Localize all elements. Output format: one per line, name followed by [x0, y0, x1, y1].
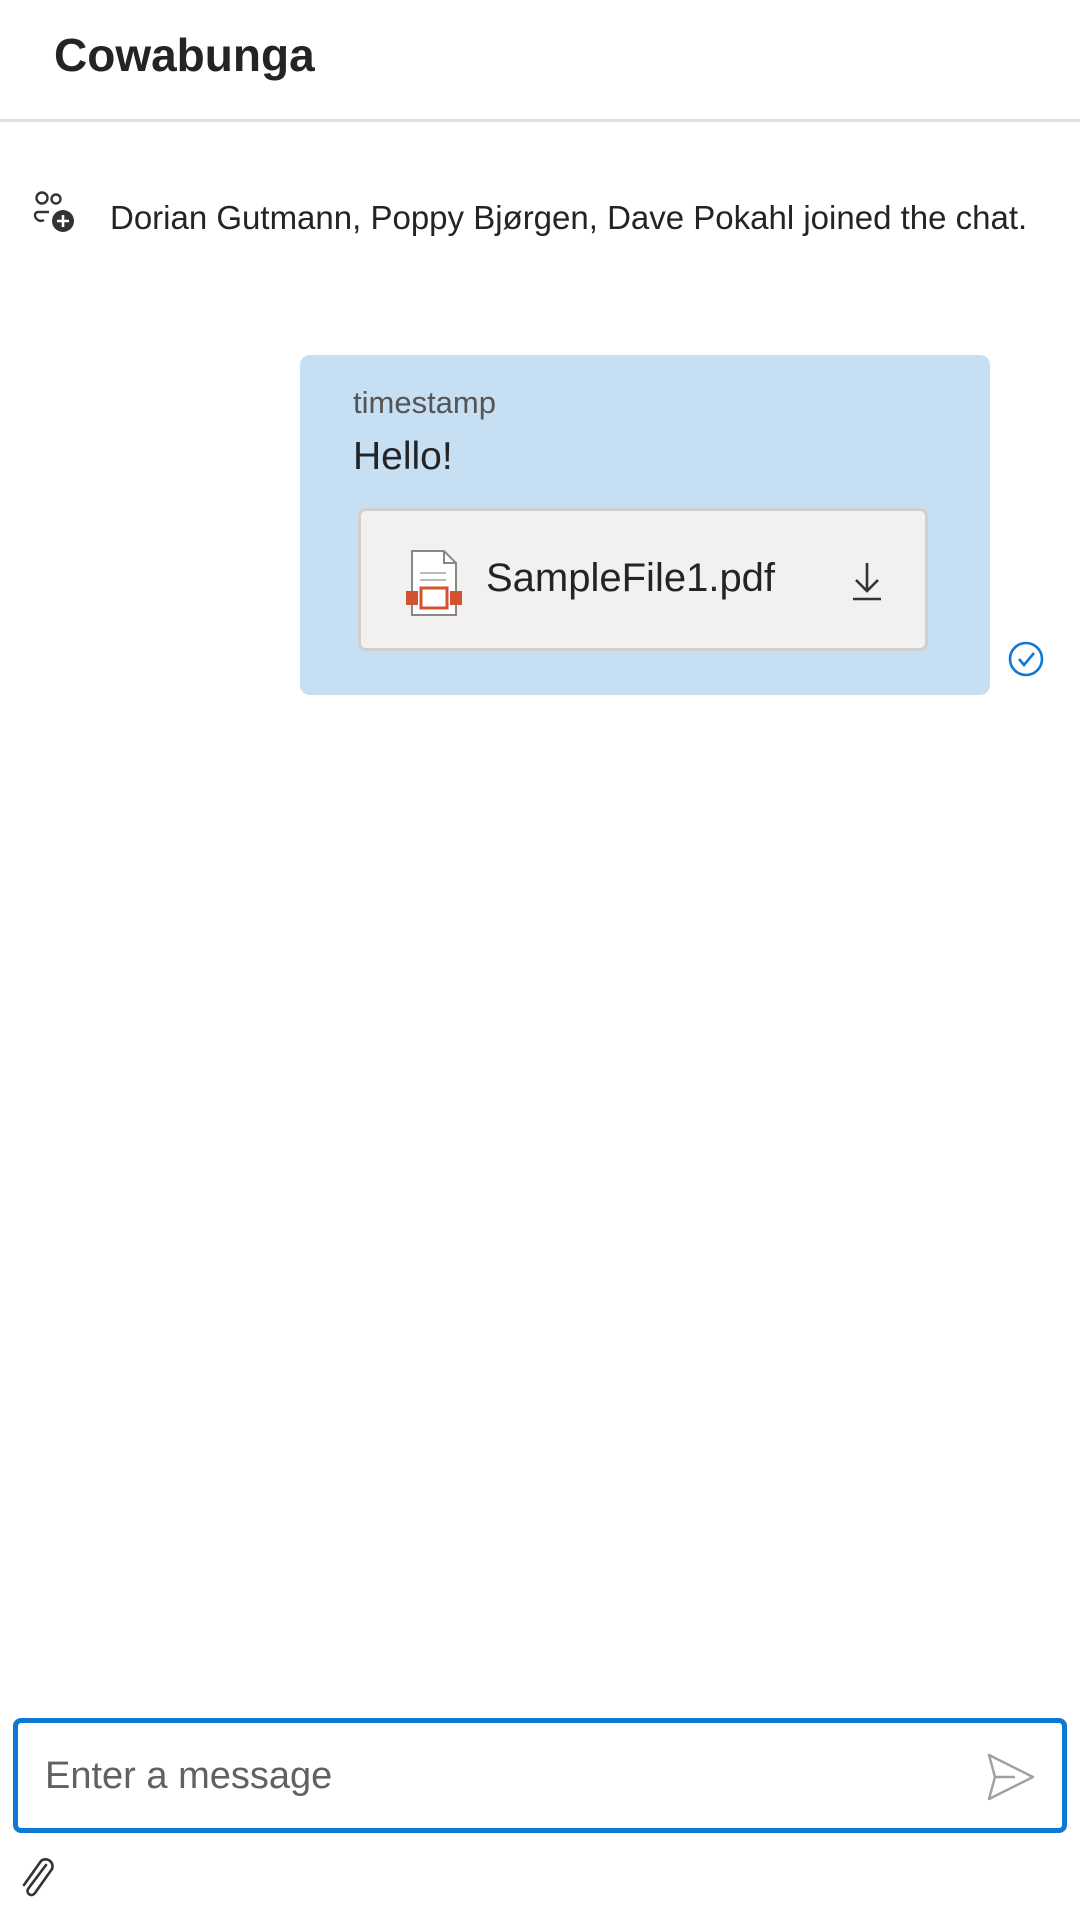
chat-header: Cowabunga — [0, 0, 1080, 122]
message-bubble: timestamp Hello! SampleFile1.pdf — [300, 355, 990, 695]
message-timestamp: timestamp — [353, 385, 496, 420]
download-icon[interactable] — [849, 559, 885, 603]
person-add-icon — [33, 191, 74, 232]
paperclip-icon[interactable] — [16, 1855, 60, 1899]
file-name: SampleFile1.pdf — [486, 556, 776, 600]
message-input[interactable] — [43, 1743, 947, 1809]
read-check-icon — [1008, 641, 1044, 677]
send-icon[interactable] — [983, 1749, 1039, 1805]
pdf-file-icon — [406, 550, 462, 616]
message-text: Hello! — [353, 435, 453, 478]
message-composer[interactable] — [13, 1718, 1067, 1833]
file-attachment[interactable]: SampleFile1.pdf — [358, 508, 928, 651]
system-message: Dorian Gutmann, Poppy Bjørgen, Dave Poka… — [110, 199, 1028, 236]
chat-title: Cowabunga — [54, 29, 315, 81]
